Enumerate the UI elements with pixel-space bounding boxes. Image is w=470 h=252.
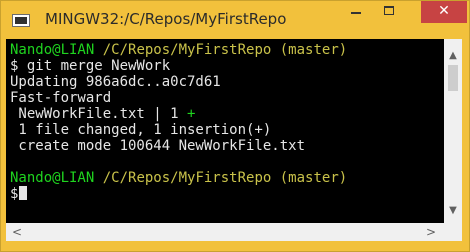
prompt-path: /C/Repos/MyFirstRepo xyxy=(102,170,272,186)
prompt-branch: (master) xyxy=(279,170,348,186)
output-line: 1 file changed, 1 insertion(+) xyxy=(10,122,272,138)
close-icon: ✕ xyxy=(438,3,450,19)
vertical-scroll-thumb[interactable] xyxy=(448,65,458,91)
diff-plus: + xyxy=(187,106,196,122)
vertical-scrollbar[interactable]: ▲ ▼ xyxy=(444,39,462,223)
output-line: Updating 986a6dc..a0c7d61 xyxy=(10,74,221,90)
output-line: create mode 100644 NewWorkFile.txt xyxy=(10,138,306,154)
terminal-icon[interactable] xyxy=(12,14,30,27)
scroll-right-icon[interactable]: > xyxy=(422,225,440,239)
close-button[interactable]: ✕ xyxy=(421,1,467,23)
prompt-line: Nando@LIAN /C/Repos/MyFirstRepo (master) xyxy=(10,42,347,58)
text-cursor xyxy=(19,186,28,200)
title-bar[interactable]: MINGW32:/C/Repos/MyFirstRepo ✕ xyxy=(1,1,469,39)
command-line: $ git merge NewWork xyxy=(10,58,171,74)
scroll-up-icon[interactable]: ▲ xyxy=(444,50,462,61)
prompt-symbol: $ xyxy=(10,186,19,202)
output-text: NewWorkFile.txt | 1 xyxy=(10,106,188,122)
prompt-user: Nando@LIAN xyxy=(10,42,95,58)
minimize-button[interactable] xyxy=(341,1,373,23)
prompt-path: /C/Repos/MyFirstRepo xyxy=(102,42,272,58)
window-title: MINGW32:/C/Repos/MyFirstRepo xyxy=(45,10,287,28)
horizontal-scrollbar[interactable]: < > xyxy=(6,223,444,241)
prompt-line: Nando@LIAN /C/Repos/MyFirstRepo (master) xyxy=(10,170,347,186)
prompt-branch: (master) xyxy=(279,42,348,58)
maximize-icon xyxy=(384,6,394,15)
prompt-user: Nando@LIAN xyxy=(10,170,95,186)
output-line: NewWorkFile.txt | 1 + xyxy=(10,106,195,122)
scroll-down-icon[interactable]: ▼ xyxy=(444,205,462,216)
scrollbar-corner xyxy=(444,223,462,241)
input-line[interactable]: $ xyxy=(10,186,28,202)
minimize-icon xyxy=(351,12,361,14)
output-line: Fast-forward xyxy=(10,90,112,106)
scroll-left-icon[interactable]: < xyxy=(8,225,26,239)
terminal-output[interactable]: Nando@LIAN /C/Repos/MyFirstRepo (master)… xyxy=(6,39,444,223)
maximize-button[interactable] xyxy=(375,1,407,23)
